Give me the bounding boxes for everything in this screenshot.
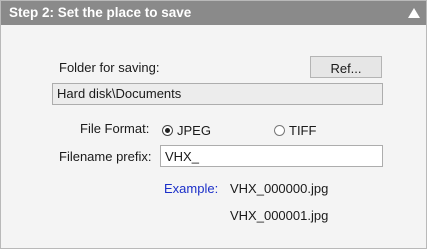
folder-label: Folder for saving:: [59, 60, 160, 75]
folder-path-field: Hard disk\Documents: [52, 83, 383, 105]
filename-prefix-label: Filename prefix:: [59, 149, 152, 164]
collapse-icon[interactable]: [408, 8, 420, 18]
panel-header[interactable]: Step 2: Set the place to save: [1, 1, 426, 25]
tiff-radio-button[interactable]: [274, 125, 285, 136]
example-label: Example:: [164, 181, 219, 196]
ref-button[interactable]: Ref...: [310, 56, 382, 78]
panel-title: Step 2: Set the place to save: [9, 5, 192, 20]
jpeg-radio-option[interactable]: JPEG: [162, 123, 211, 138]
jpeg-radio-label: JPEG: [177, 123, 211, 138]
filename-prefix-input[interactable]: [160, 145, 383, 167]
jpeg-radio-button[interactable]: [162, 125, 173, 136]
tiff-radio-option[interactable]: TIFF: [274, 123, 316, 138]
file-format-label: File Format:: [80, 121, 150, 136]
save-location-panel: Step 2: Set the place to save Folder for…: [0, 0, 427, 249]
tiff-radio-label: TIFF: [289, 123, 317, 138]
example-filename-1: VHX_000000.jpg: [230, 181, 329, 196]
example-filename-2: VHX_000001.jpg: [230, 208, 329, 223]
